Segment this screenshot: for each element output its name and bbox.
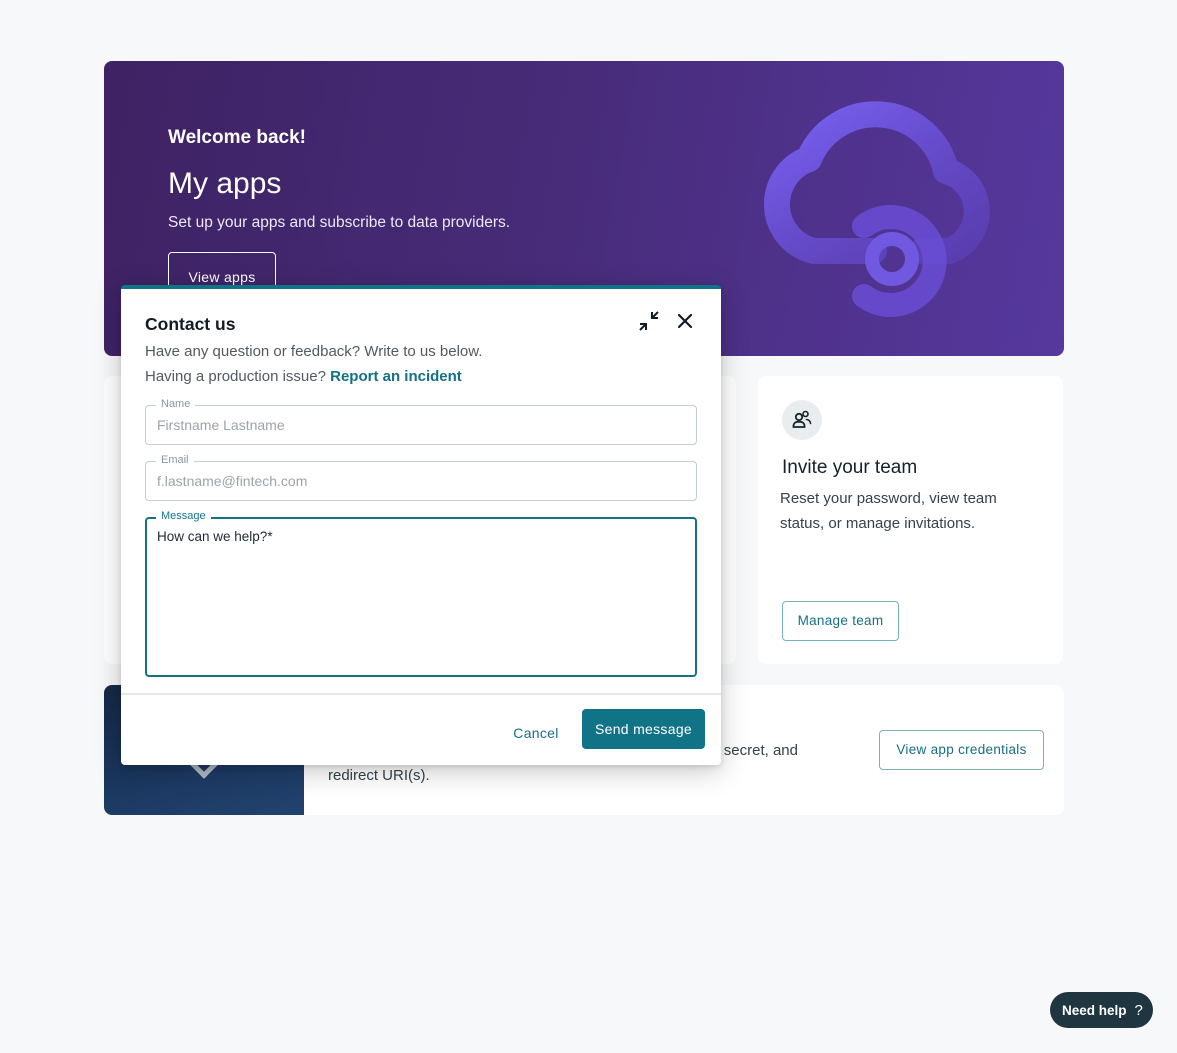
question-icon: ? xyxy=(1134,1001,1143,1019)
team-card-title: Invite your team xyxy=(782,457,918,478)
hero-subtitle: Set up your apps and subscribe to data p… xyxy=(168,214,511,231)
email-field[interactable]: Email xyxy=(145,454,697,501)
incident-prompt: Having a production issue? xyxy=(145,368,326,385)
need-help-label: Need help xyxy=(1062,1002,1127,1018)
invite-team-card: Invite your team Reset your password, vi… xyxy=(758,376,1063,664)
name-field[interactable]: Name xyxy=(145,398,697,445)
contact-us-dialog: Contact us Have any question or feedback… xyxy=(121,285,721,765)
need-help-button[interactable]: Need help ? xyxy=(1050,992,1153,1028)
message-label: Message xyxy=(156,510,211,522)
dialog-title: Contact us xyxy=(145,314,236,334)
dialog-divider xyxy=(121,693,721,695)
cancel-button[interactable]: Cancel xyxy=(501,713,571,753)
name-label: Name xyxy=(156,398,196,410)
view-app-credentials-button[interactable]: View app credentials xyxy=(879,730,1044,770)
report-incident-link[interactable]: Report an incident xyxy=(330,368,462,385)
incident-line: Having a production issue? Report an inc… xyxy=(145,368,462,385)
name-input[interactable] xyxy=(157,417,677,433)
page-title: My apps xyxy=(168,167,282,200)
credentials-description-line2: redirect URI(s). xyxy=(328,767,430,784)
email-label: Email xyxy=(156,454,194,466)
minimize-icon[interactable] xyxy=(637,309,661,333)
send-message-button[interactable]: Send message xyxy=(582,709,705,749)
message-field[interactable]: Message xyxy=(145,510,697,677)
email-input[interactable] xyxy=(157,473,677,489)
manage-team-button[interactable]: Manage team xyxy=(782,601,899,641)
team-card-description: Reset your password, view team status, o… xyxy=(780,490,997,532)
dialog-intro: Have any question or feedback? Write to … xyxy=(145,343,483,360)
team-icon xyxy=(782,400,822,440)
close-icon[interactable] xyxy=(673,309,697,333)
cloud-link-icon xyxy=(764,101,990,317)
message-textarea[interactable] xyxy=(157,529,685,665)
welcome-text: Welcome back! xyxy=(168,127,306,148)
